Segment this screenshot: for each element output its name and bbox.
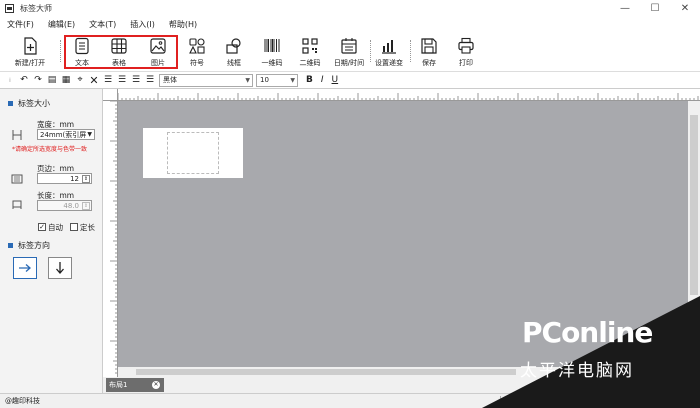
font-family-select[interactable]: 黑体 ▼	[159, 73, 253, 87]
bold-button[interactable]: B	[306, 75, 313, 85]
format-painter-icon[interactable]: ⌖	[74, 74, 86, 86]
width-icon	[12, 130, 22, 140]
watermark-subtitle: 太平洋电脑网	[520, 361, 634, 381]
highlight-box	[64, 35, 178, 69]
margin-stepper[interactable]: 12 ⇕	[37, 173, 92, 184]
toolbar-separator	[410, 40, 411, 62]
status-text: @趣印科技	[5, 397, 40, 405]
format-toolbar: ⁞ ↶ ↷ ▤ ▦ ⌖ ✕ ☰ ☰ ☰ ☰ 黑体 ▼ 10 ▼ B I U	[0, 72, 700, 89]
menu-file[interactable]: 文件(F)	[0, 19, 41, 30]
minimize-button[interactable]: —	[610, 0, 640, 17]
margin-icon	[11, 174, 23, 184]
qrcode-icon	[302, 38, 318, 54]
align-center-icon[interactable]: ☰	[116, 74, 128, 86]
align-left-icon[interactable]: ☰	[102, 74, 114, 86]
qrcode-button[interactable]: 二维码	[295, 34, 325, 70]
new-file-icon	[24, 37, 37, 55]
length-icon	[12, 200, 22, 209]
window-controls: — ☐ ✕	[610, 0, 700, 17]
auto-label: 自动	[48, 223, 63, 232]
symbol-button[interactable]: 符号	[182, 34, 212, 70]
symbol-icon	[189, 38, 205, 54]
watermark-background	[482, 296, 700, 408]
length-stepper[interactable]: 48.0 ⇕	[37, 200, 92, 211]
width-select[interactable]: 24mm(索引屏 ▼	[37, 129, 95, 140]
label-direction-section: 标签方向	[8, 240, 50, 251]
spin-arrows-icon[interactable]: ⇕	[82, 175, 90, 183]
label-size-section: 标签大小	[8, 98, 50, 109]
watermark: PConline 太平洋电脑网	[482, 296, 700, 408]
save-icon	[421, 38, 437, 54]
fixed-length-label: 定长	[80, 223, 95, 232]
save-button[interactable]: 保存	[414, 34, 444, 70]
scrollbar-thumb[interactable]	[690, 115, 698, 295]
width-hint: *请确定所选宽度与色带一致	[12, 146, 88, 153]
menu-text[interactable]: 文本(T)	[82, 19, 123, 30]
title-bar: 标签大师 — ☐ ✕	[0, 0, 700, 17]
printable-area	[167, 132, 219, 174]
calendar-icon	[341, 38, 357, 54]
print-button[interactable]: 打印	[451, 34, 481, 70]
drag-handle-icon: ⁞	[9, 76, 11, 84]
horizontal-ruler	[118, 89, 700, 101]
watermark-logo: PConline	[522, 316, 653, 349]
maximize-button[interactable]: ☐	[640, 0, 670, 17]
align-right-icon[interactable]: ☰	[130, 74, 142, 86]
ruler-corner	[103, 89, 118, 101]
close-button[interactable]: ✕	[670, 0, 700, 17]
menu-insert[interactable]: 插入(I)	[123, 19, 162, 30]
increment-button[interactable]: 设置递变	[372, 34, 406, 70]
underline-button[interactable]: U	[332, 75, 339, 85]
justify-icon[interactable]: ☰	[144, 74, 156, 86]
ruler-ticks	[110, 101, 117, 374]
direction-horizontal-button[interactable]	[13, 257, 37, 279]
font-size-select[interactable]: 10 ▼	[256, 73, 298, 87]
frame-button[interactable]: 线框	[219, 34, 249, 70]
chevron-down-icon: ▼	[290, 76, 295, 84]
app-icon	[5, 4, 14, 13]
spin-arrows-icon[interactable]: ⇕	[82, 202, 90, 210]
direction-vertical-button[interactable]	[48, 257, 72, 279]
properties-panel: 标签大小 宽度：mm 24mm(索引屏 ▼ *请确定所选宽度与色带一致 页边：m…	[0, 89, 103, 393]
section-marker	[8, 101, 13, 106]
menu-help[interactable]: 帮助(H)	[162, 19, 204, 30]
barcode-icon	[264, 39, 280, 52]
arrow-right-icon	[19, 264, 31, 272]
label-paper[interactable]	[143, 128, 243, 178]
vertical-ruler	[103, 101, 118, 377]
arrow-down-icon	[56, 262, 64, 274]
window-title: 标签大师	[20, 4, 52, 13]
redo-icon[interactable]: ↷	[32, 74, 44, 86]
menu-bar: 文件(F) 编辑(E) 文本(T) 插入(I) 帮助(H)	[0, 17, 700, 32]
paste-icon[interactable]: ▦	[60, 74, 72, 86]
new-open-button[interactable]: 新建/打开	[5, 34, 55, 70]
chevron-down-icon: ▼	[87, 131, 92, 138]
menu-edit[interactable]: 编辑(E)	[41, 19, 82, 30]
section-marker	[8, 243, 13, 248]
italic-button[interactable]: I	[321, 75, 324, 85]
toolbar-separator	[370, 40, 371, 62]
close-icon[interactable]: ✕	[152, 381, 160, 389]
shape-icon	[226, 38, 241, 54]
fixed-length-checkbox[interactable]	[70, 223, 78, 231]
auto-checkbox[interactable]: ✓	[38, 223, 46, 231]
bar-chart-icon	[382, 40, 396, 54]
undo-icon[interactable]: ↶	[18, 74, 30, 86]
delete-icon[interactable]: ✕	[88, 74, 100, 87]
printer-icon	[458, 37, 474, 54]
barcode-button[interactable]: 一维码	[257, 34, 287, 70]
ruler-ticks	[118, 93, 699, 100]
tab-layout-1[interactable]: 布局1 ✕	[106, 378, 164, 392]
copy-icon[interactable]: ▤	[46, 74, 58, 86]
chevron-down-icon: ▼	[245, 76, 250, 84]
toolbar-separator	[60, 40, 61, 62]
datetime-button[interactable]: 日期/时间	[330, 34, 368, 70]
scrollbar-thumb[interactable]	[136, 369, 516, 375]
